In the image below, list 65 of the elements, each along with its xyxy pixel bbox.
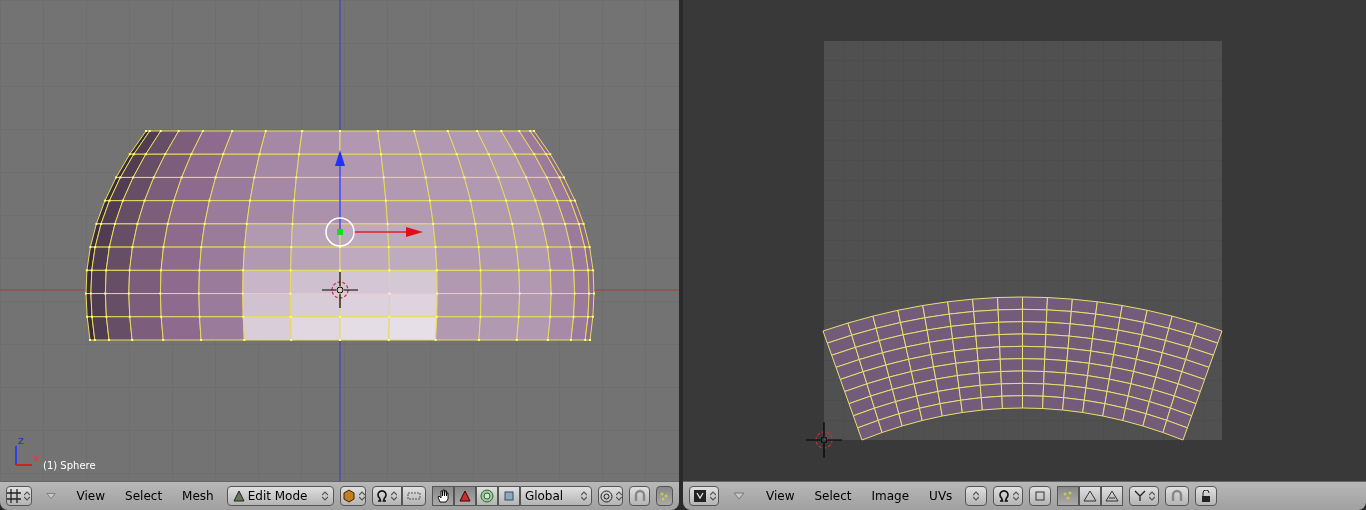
layer-button[interactable]	[655, 486, 673, 506]
axis-widget-icon	[15, 445, 33, 466]
menu-item[interactable]: Mesh	[175, 487, 221, 505]
draw-type-button[interactable]	[340, 486, 366, 506]
omega-icon	[376, 490, 389, 502]
dotted-box-icon	[405, 491, 422, 501]
updown-icon	[615, 491, 622, 501]
menu-item[interactable]: Select	[807, 487, 859, 505]
bounds-button[interactable]	[1029, 486, 1052, 506]
pivot-button[interactable]	[371, 486, 402, 506]
target-icon	[599, 489, 613, 503]
menu-item[interactable]: Select	[118, 487, 170, 505]
select-mode-button[interactable]	[1101, 486, 1124, 506]
axis-label: z	[18, 435, 24, 446]
manipulator-button[interactable]	[431, 486, 454, 506]
omega-icon	[997, 490, 1010, 502]
menu-item[interactable]: UVs	[922, 487, 960, 505]
select-mode-button[interactable]	[1079, 486, 1102, 506]
updown-icon	[1148, 491, 1155, 501]
magnet-icon	[632, 489, 647, 503]
edge-select-icon	[1083, 490, 1098, 502]
snap-button[interactable]	[629, 486, 650, 506]
editor-type-button[interactable]	[689, 486, 719, 506]
circle-icon	[479, 489, 494, 503]
3d-cursor-icon	[321, 271, 359, 309]
square-icon	[503, 491, 514, 501]
updown-icon	[322, 491, 329, 501]
menu-item[interactable]: View	[759, 487, 802, 505]
updown-icon	[973, 491, 980, 501]
menu-item[interactable]: View	[69, 487, 113, 505]
updown-icon	[358, 491, 365, 501]
padlock-icon	[1201, 490, 1212, 502]
snap-button[interactable]	[1165, 486, 1190, 506]
caret-icon[interactable]	[733, 492, 745, 500]
y-shape-icon	[1133, 490, 1146, 502]
updown-icon	[709, 491, 716, 501]
hand-icon	[435, 489, 450, 503]
object-label: (1) Sphere	[43, 461, 96, 471]
orientation-dropdown[interactable]: Global	[519, 486, 592, 506]
proportional-button[interactable]	[597, 486, 624, 506]
3d-viewport[interactable]: z x (1) Sphere	[0, 0, 679, 481]
square-icon	[1034, 490, 1047, 502]
updown-icon	[391, 491, 398, 501]
updown-icon	[24, 491, 31, 501]
transform-gizmo[interactable]	[325, 150, 423, 247]
mesh-mode-icon	[232, 490, 245, 502]
image-browse-button[interactable]	[965, 486, 988, 506]
sticky-select-button[interactable]	[1129, 486, 1160, 506]
uv-editor-viewport[interactable]	[683, 0, 1366, 481]
dots-icon	[659, 491, 670, 501]
lock-button[interactable]	[1195, 486, 1218, 506]
mode-dropdown[interactable]: Edit Mode	[226, 486, 335, 506]
axis-label: x	[33, 453, 40, 464]
triangle-icon	[458, 490, 471, 502]
occlude-button[interactable]	[401, 486, 426, 506]
updown-icon	[580, 491, 587, 501]
3d-cursor-icon	[805, 421, 843, 459]
grid-icon	[7, 489, 22, 503]
pivot-button[interactable]	[993, 486, 1024, 506]
select-mode-button[interactable]	[1057, 486, 1080, 506]
magnet-icon	[1170, 489, 1185, 503]
menu-item[interactable]: Image	[864, 487, 917, 505]
updown-icon	[1012, 491, 1019, 501]
editor-type-button[interactable]	[6, 486, 32, 506]
face-select-icon	[1105, 490, 1120, 502]
